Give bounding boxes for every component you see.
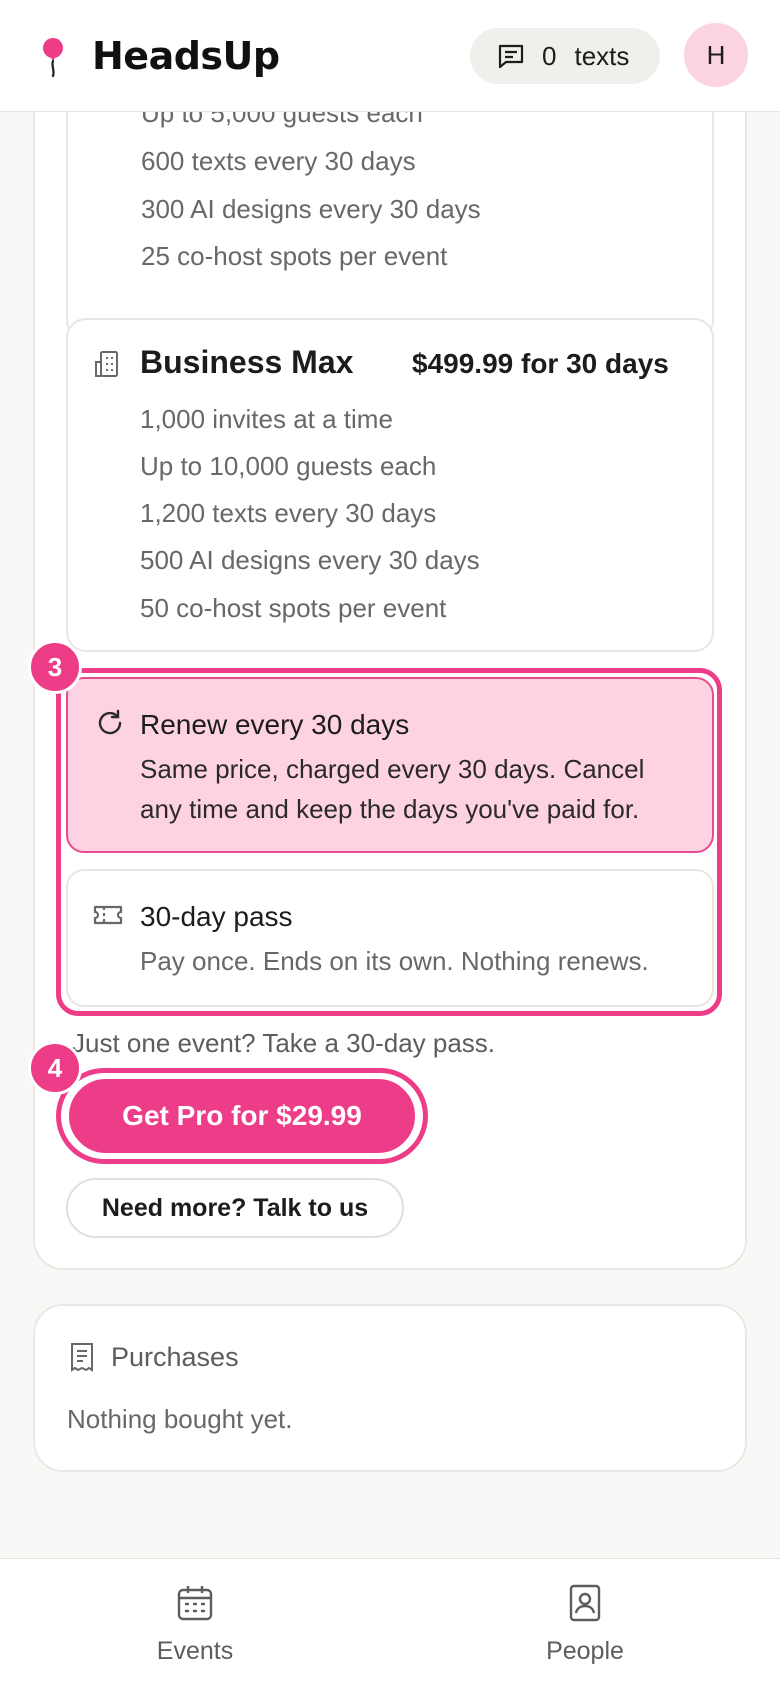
nav-label: Events — [156, 1637, 234, 1665]
refresh-icon — [98, 709, 122, 735]
plan-feature: 1,000 invites at a time — [140, 404, 393, 434]
plan-price: $499.99 for 30 days — [412, 348, 669, 379]
pass-hint: Just one event? Take a 30-day pass. — [72, 1028, 496, 1058]
texts-label: texts — [574, 40, 630, 71]
nav-label: People — [546, 1637, 624, 1665]
plan-feature: 1,200 texts every 30 days — [140, 498, 437, 528]
plan-title: Business Max — [140, 344, 354, 380]
texts-balance-button[interactable]: 0 texts — [470, 28, 660, 84]
receipt-icon — [71, 1343, 93, 1372]
texts-count: 0 — [542, 40, 557, 71]
purchases-card: Purchases Nothing bought yet. — [33, 1304, 747, 1472]
renew-option[interactable]: Renew every 30 days Same price, charged … — [66, 677, 714, 853]
option-description: Pay once. Ends on its own. Nothing renew… — [140, 946, 649, 976]
balloon-logo-icon[interactable] — [38, 36, 68, 80]
option-title: Renew every 30 days — [140, 709, 410, 740]
option-title: 30-day pass — [140, 901, 293, 932]
step-badge: 3 — [28, 640, 82, 694]
app-header: HeadsUp 0 texts H — [0, 0, 780, 112]
plan-feature: 600 texts every 30 days — [141, 146, 416, 176]
option-description: Same price, charged every 30 days. Cance… — [140, 754, 645, 784]
bottom-nav: Events People — [0, 1558, 780, 1688]
brand-name[interactable]: HeadsUp — [92, 34, 280, 78]
nav-people[interactable]: People — [505, 1583, 665, 1666]
message-icon — [498, 44, 524, 69]
plan-feature: 50 co-host spots per event — [140, 593, 447, 623]
building-icon — [95, 351, 118, 377]
calendar-icon — [177, 1586, 213, 1621]
option-description: any time and keep the days you've paid f… — [140, 794, 640, 824]
pass-option[interactable]: 30-day pass Pay once. Ends on its own. N… — [66, 869, 714, 1007]
talk-to-us-button[interactable]: Need more? Talk to us — [66, 1178, 404, 1238]
plan-feature: 25 co-host spots per event — [141, 241, 448, 271]
plan-feature: 300 AI designs every 30 days — [141, 194, 481, 224]
plan-feature: Up to 10,000 guests each — [140, 451, 437, 481]
plan-feature: 500 AI designs every 30 days — [140, 545, 480, 575]
purchases-empty: Nothing bought yet. — [67, 1404, 293, 1434]
contact-book-icon — [569, 1584, 601, 1622]
user-avatar[interactable]: H — [684, 23, 748, 87]
ticket-icon — [93, 905, 123, 925]
step-badge: 4 — [28, 1041, 82, 1095]
nav-events[interactable]: Events — [115, 1583, 275, 1666]
get-pro-button[interactable]: Get Pro for $29.99 — [66, 1076, 418, 1156]
purchases-title: Purchases — [111, 1342, 239, 1372]
page: Up to 5,000 guests each 600 texts every … — [0, 0, 780, 1688]
